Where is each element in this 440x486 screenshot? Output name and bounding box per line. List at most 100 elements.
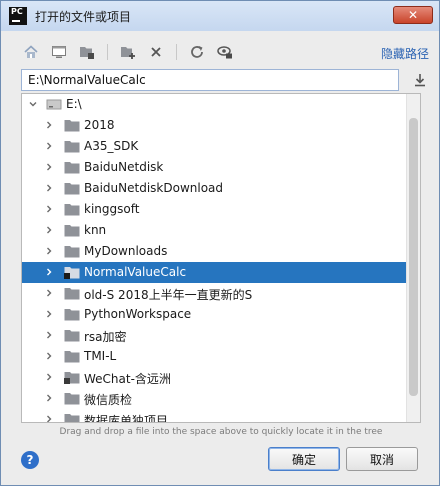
refresh-icon [191, 46, 203, 58]
folder-icon [64, 225, 80, 237]
folder-icon [64, 351, 80, 363]
project-button[interactable] [77, 42, 97, 62]
refresh-button[interactable] [187, 42, 207, 62]
tree-item-label: WeChat-含远洲 [84, 372, 171, 386]
tree-row[interactable]: MyDownloads [22, 241, 408, 262]
tree-item-label: NormalValueCalc [84, 265, 187, 279]
folder-icon [64, 204, 80, 216]
folder-icon [64, 120, 80, 132]
chevron-right-icon[interactable] [44, 162, 54, 172]
chevron-right-icon[interactable] [44, 309, 54, 319]
folder-icon [64, 393, 80, 405]
tree-row[interactable]: kinggsoft [22, 199, 408, 220]
file-tree[interactable]: E:\ 2018 A35_SDK BaiduNetdisk BaiduNetdiskD… [21, 93, 421, 423]
tree-row[interactable]: TMI-L [22, 346, 408, 367]
tree-item-label: 2018 [84, 118, 115, 132]
show-hidden-icon [217, 46, 232, 59]
delete-button[interactable] [146, 42, 166, 62]
tree-row[interactable]: old-S 2018上半年一直更新的S [22, 283, 408, 304]
delete-icon [151, 47, 161, 57]
tree-item-label: 数据库单独项目 [84, 414, 169, 423]
open-file-dialog: PC 打开的文件或项目 ✕ 隐藏路径 E:\NormalValueCalc E:… [0, 0, 440, 486]
pycharm-app-icon: PC [9, 7, 27, 25]
tree-row[interactable]: 微信质检 [22, 388, 408, 409]
close-icon: ✕ [407, 8, 419, 22]
tree-row[interactable]: BaiduNetdiskDownload [22, 178, 408, 199]
folder-icon [64, 372, 80, 384]
toolbar-separator [176, 44, 177, 60]
folder-icon [64, 267, 80, 279]
tree-row[interactable]: WeChat-含远洲 [22, 367, 408, 388]
tree-item-label: knn [84, 223, 107, 237]
tree-row[interactable]: A35_SDK [22, 136, 408, 157]
tree-row[interactable]: rsa加密 [22, 325, 408, 346]
tree-item-label: BaiduNetdisk [84, 160, 164, 174]
scrollbar-thumb[interactable] [409, 118, 418, 396]
tree-row[interactable]: PythonWorkspace [22, 304, 408, 325]
tree-row[interactable]: 2018 [22, 115, 408, 136]
chevron-right-icon[interactable] [44, 120, 54, 130]
chevron-right-icon[interactable] [44, 141, 54, 151]
tree-root-label: E:\ [66, 97, 82, 111]
chevron-right-icon[interactable] [44, 393, 54, 403]
tree-item-label: MyDownloads [84, 244, 168, 258]
tree-item-label: old-S 2018上半年一直更新的S [84, 288, 253, 302]
path-input[interactable] [21, 69, 399, 91]
tree-item-label: TMI-L [84, 349, 117, 363]
chevron-right-icon[interactable] [44, 414, 54, 423]
path-row [21, 69, 429, 91]
tree-row[interactable]: 数据库单独项目 [22, 409, 408, 423]
tree-item-label: 微信质检 [84, 393, 133, 407]
new-folder-button[interactable] [118, 42, 138, 62]
home-button[interactable] [21, 42, 41, 62]
tree-item-label: A35_SDK [84, 139, 139, 153]
window-title: 打开的文件或项目 [35, 9, 132, 24]
folder-icon [64, 162, 80, 174]
tree-row[interactable]: NormalValueCalc [22, 262, 408, 283]
tree-item-label: BaiduNetdiskDownload [84, 181, 224, 195]
scrollbar[interactable] [406, 94, 420, 422]
chevron-right-icon[interactable] [44, 372, 54, 382]
chevron-right-icon[interactable] [44, 183, 54, 193]
folder-icon [64, 309, 80, 321]
tree-row[interactable]: knn [22, 220, 408, 241]
toolbar-separator [107, 44, 108, 60]
hide-path-link[interactable]: 隐藏路径 [381, 45, 429, 62]
desktop-button[interactable] [49, 42, 69, 62]
tree-item-label: PythonWorkspace [84, 307, 192, 321]
folder-icon [64, 414, 80, 422]
folder-icon [64, 288, 80, 300]
project-folder-icon [80, 47, 94, 59]
desktop-icon [52, 46, 66, 58]
drag-drop-hint: Drag and drop a file into the space abov… [59, 427, 383, 437]
toolbar [21, 41, 235, 63]
chevron-down-icon[interactable] [28, 99, 38, 109]
tree-row[interactable]: BaiduNetdisk [22, 157, 408, 178]
title-bar[interactable]: PC 打开的文件或项目 ✕ [1, 1, 439, 31]
help-button[interactable]: ? [21, 451, 39, 469]
chevron-right-icon[interactable] [44, 225, 54, 235]
cancel-button[interactable]: 取消 [346, 447, 418, 471]
tree-row-root[interactable]: E:\ [22, 94, 408, 115]
chevron-right-icon[interactable] [44, 204, 54, 214]
chevron-right-icon[interactable] [44, 288, 54, 298]
tree-item-label: rsa加密 [84, 330, 127, 344]
chevron-right-icon[interactable] [44, 351, 54, 361]
folder-icon [64, 330, 80, 342]
chevron-right-icon[interactable] [44, 267, 54, 277]
ok-button[interactable]: 确定 [268, 447, 340, 471]
download-button[interactable] [411, 71, 429, 89]
show-hidden-button[interactable] [215, 42, 235, 62]
folder-icon [64, 183, 80, 195]
download-icon [415, 74, 425, 87]
folder-icon [64, 246, 80, 258]
chevron-right-icon[interactable] [44, 246, 54, 256]
app-icon-text: PC [11, 7, 23, 16]
new-folder-icon [121, 47, 135, 59]
drive-icon [46, 99, 62, 110]
tree-item-label: kinggsoft [84, 202, 140, 216]
help-icon: ? [26, 453, 34, 467]
close-button[interactable]: ✕ [393, 6, 433, 24]
folder-icon [64, 141, 80, 153]
chevron-right-icon[interactable] [44, 330, 54, 340]
